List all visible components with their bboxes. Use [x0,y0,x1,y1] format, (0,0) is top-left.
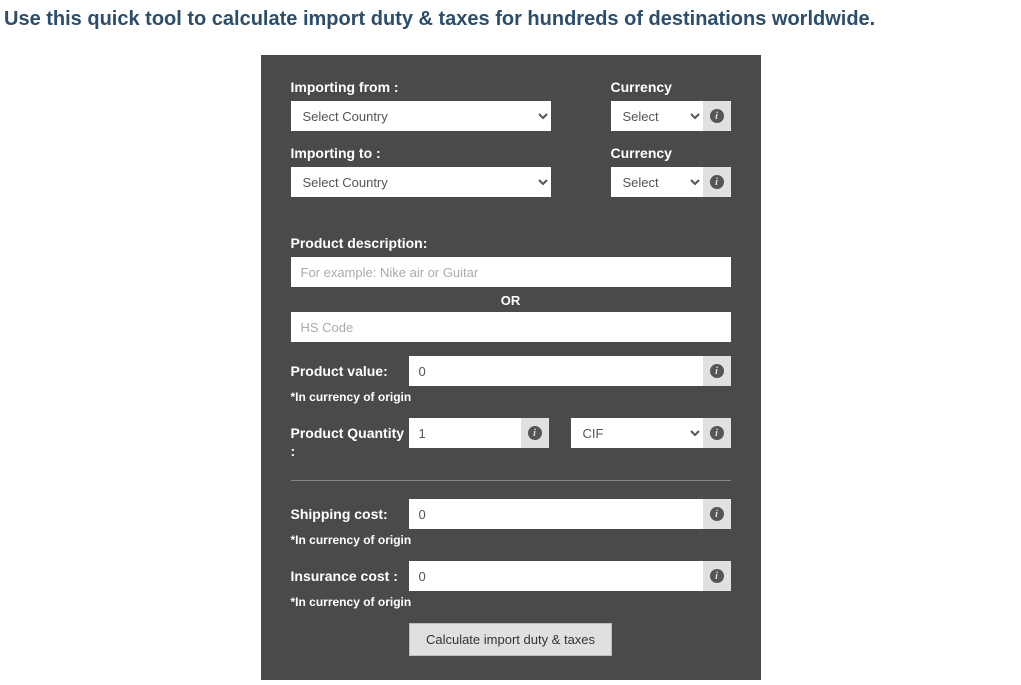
product-description-label: Product description: [291,235,731,251]
currency-to-info-button[interactable]: i [703,167,731,197]
insurance-cost-input[interactable] [409,561,703,591]
info-icon: i [710,569,724,583]
shipping-term-select[interactable]: CIF [571,418,703,448]
hs-code-input[interactable] [291,312,731,342]
shipping-cost-label: Shipping cost: [291,499,409,523]
info-icon: i [710,175,724,189]
currency-to-select[interactable]: Select [611,167,703,197]
insurance-cost-hint: *In currency of origin [291,595,731,609]
info-icon: i [710,426,724,440]
row-importing-from: Importing from : Select Country Currency… [291,79,731,131]
shipping-term-info-button[interactable]: i [703,418,731,448]
currency-from-select[interactable]: Select [611,101,703,131]
info-icon: i [710,364,724,378]
shipping-cost-info-button[interactable]: i [703,499,731,529]
shipping-cost-hint: *In currency of origin [291,533,731,547]
importing-from-select[interactable]: Select Country [291,101,551,131]
currency-to-label: Currency [611,145,731,161]
calculator-panel: Importing from : Select Country Currency… [261,55,761,680]
importing-from-label: Importing from : [291,79,551,95]
currency-from-label: Currency [611,79,731,95]
row-importing-to: Importing to : Select Country Currency S… [291,145,731,197]
insurance-cost-info-button[interactable]: i [703,561,731,591]
insurance-cost-label: Insurance cost : [291,561,409,585]
page-headline: Use this quick tool to calculate import … [0,0,1021,55]
product-value-info-button[interactable]: i [703,356,731,386]
product-quantity-info-button[interactable]: i [521,418,549,448]
or-divider: OR [291,293,731,308]
currency-from-info-button[interactable]: i [703,101,731,131]
calculate-button[interactable]: Calculate import duty & taxes [409,623,612,656]
product-quantity-input[interactable] [409,418,521,448]
shipping-cost-input[interactable] [409,499,703,529]
info-icon: i [710,507,724,521]
product-value-hint: *In currency of origin [291,390,731,404]
importing-to-select[interactable]: Select Country [291,167,551,197]
product-value-input[interactable] [409,356,703,386]
info-icon: i [528,426,542,440]
divider [291,480,731,481]
product-description-input[interactable] [291,257,731,287]
product-quantity-label: Product Quantity : [291,418,409,460]
info-icon: i [710,109,724,123]
product-value-label: Product value: [291,356,409,380]
importing-to-label: Importing to : [291,145,551,161]
